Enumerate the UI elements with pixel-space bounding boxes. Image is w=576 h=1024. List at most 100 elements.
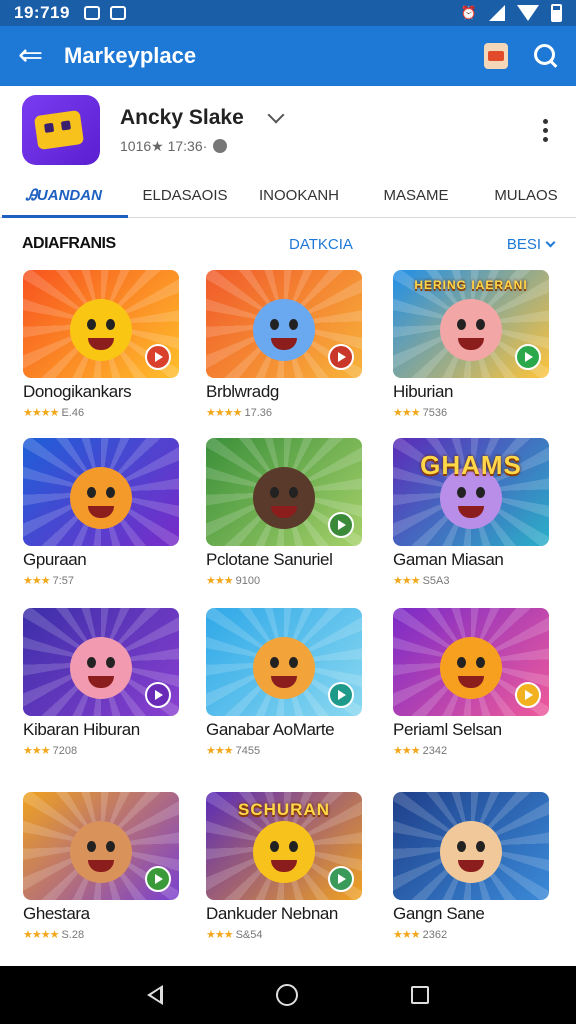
signal-icon [489, 5, 505, 21]
game-card[interactable]: Gpuraan ★★★ 7:57 [23, 438, 179, 587]
star-icons: ★★★★ [206, 407, 242, 419]
game-thumbnail[interactable]: GHAMS [393, 438, 549, 546]
game-banner-text: SCHURAN [238, 800, 330, 819]
game-rating-value: 7208 [52, 744, 78, 757]
game-thumbnail[interactable] [23, 792, 179, 900]
chevron-down-icon[interactable] [267, 106, 285, 123]
tab-1[interactable]: ELDASAOIS [128, 174, 242, 217]
game-title: Brblwradg [206, 382, 279, 401]
star-icons: ★★★ [23, 745, 51, 757]
game-rating: ★★★ 7:57 [23, 574, 179, 588]
tab-bar: ᎯUANDAN ELDASAOIS INOOKANH MASAME MULAOS [0, 174, 576, 218]
tab-0[interactable]: ᎯUANDAN [0, 174, 128, 218]
nav-recents-icon[interactable] [411, 986, 430, 1004]
chevron-down-icon [545, 237, 556, 247]
app-bar-title: Markeyplace [64, 43, 197, 68]
game-rating-value: 2342 [422, 744, 448, 757]
play-icon[interactable] [145, 344, 171, 370]
game-banner-text: GHAMS [420, 450, 522, 480]
game-title: Gaman Miasan [393, 550, 504, 569]
play-icon[interactable] [515, 682, 541, 708]
game-title: Donogikankars [23, 382, 132, 401]
play-icon[interactable] [328, 866, 354, 892]
app-logo[interactable] [22, 95, 100, 165]
game-card[interactable]: HERING IAERANI Hiburian ★★★ 7536 [393, 270, 549, 419]
game-card[interactable]: Periaml Selsan ★★★ 2342 [393, 608, 549, 757]
game-thumbnail[interactable] [206, 608, 362, 716]
alarm-icon: ⏰ [460, 5, 477, 20]
sort-button[interactable]: BESI [506, 235, 556, 253]
status-time: 19:719 [14, 3, 70, 22]
play-icon[interactable] [328, 344, 354, 370]
game-rating: ★★★★ 17.36 [206, 406, 362, 420]
sort-label: BESI [506, 235, 541, 253]
play-icon[interactable] [328, 682, 354, 708]
tab-4[interactable]: MULAOS [476, 174, 576, 217]
section-header: ADIAFRANIS DATKCIA BESI [0, 228, 576, 260]
game-card[interactable]: Gangn Sane ★★★ 2362 [393, 792, 549, 941]
play-icon[interactable] [145, 866, 171, 892]
game-rating-value: 2362 [422, 928, 448, 941]
game-card[interactable]: Pclotane Sanuriel ★★★ 9100 [206, 438, 362, 587]
play-icon[interactable] [515, 344, 541, 370]
game-card[interactable]: Ganabar AoMarte ★★★ 7455 [206, 608, 362, 757]
star-icons: ★★★ [393, 407, 421, 419]
more-menu-icon[interactable] [537, 113, 554, 148]
back-arrow-icon[interactable]: ⇐ [18, 41, 58, 71]
game-thumbnail[interactable]: HERING IAERANI [393, 270, 549, 378]
star-icons: ★★★ [393, 575, 421, 587]
game-card[interactable]: Donogikankars ★★★★ E.46 [23, 270, 179, 419]
game-title: Gangn Sane [393, 904, 485, 923]
app-name: Ancky Slake [120, 105, 244, 129]
app-header: Ancky Slake 1016★ 17:36· [0, 86, 576, 174]
star-icons: ★★★ [206, 929, 234, 941]
game-title: Gpuraan [23, 550, 87, 569]
game-rating: ★★★ 9100 [206, 574, 362, 588]
game-thumbnail[interactable] [206, 438, 362, 546]
screen: 19:719 ⏰ ⇐ Markeyplace Ancky Slake 1016★… [0, 0, 576, 1024]
game-title: Pclotane Sanuriel [206, 550, 333, 569]
clock-icon [213, 139, 228, 153]
status-bar: 19:719 ⏰ [0, 0, 576, 26]
tab-3[interactable]: MASAME [356, 174, 476, 217]
game-title: Periaml Selsan [393, 720, 502, 739]
game-thumbnail[interactable] [23, 608, 179, 716]
star-icons: ★★★ [23, 575, 51, 587]
shopping-bag-icon[interactable] [484, 43, 508, 69]
star-icons: ★★★ [393, 745, 421, 757]
game-thumbnail[interactable]: SCHURAN [206, 792, 362, 900]
game-card[interactable]: SCHURAN Dankuder Nebnan ★★★ S&54 [206, 792, 362, 941]
game-rating-value: 7536 [422, 406, 448, 419]
star-icons: ★★★ [393, 929, 421, 941]
navigation-bar [0, 966, 576, 1024]
game-thumbnail[interactable] [393, 792, 549, 900]
game-title: Hiburian [393, 382, 454, 401]
search-icon[interactable] [534, 44, 558, 68]
game-card[interactable]: Brblwradg ★★★★ 17.36 [206, 270, 362, 419]
game-banner-text: HERING IAERANI [414, 278, 528, 292]
play-icon[interactable] [328, 512, 354, 538]
game-rating: ★★★★ E.46 [23, 406, 179, 420]
game-thumbnail[interactable] [393, 608, 549, 716]
game-card[interactable]: Kibaran Hiburan ★★★ 7208 [23, 608, 179, 757]
game-rating: ★★★ S&54 [206, 928, 362, 942]
game-rating-value: 7:57 [52, 574, 75, 587]
game-thumbnail[interactable] [23, 438, 179, 546]
section-link[interactable]: DATKCIA [289, 236, 353, 253]
section-title: ADIAFRANIS [22, 235, 116, 252]
nav-home-icon[interactable] [275, 984, 298, 1006]
game-rating-value: 9100 [235, 574, 261, 587]
nav-back-icon[interactable] [146, 985, 163, 1005]
game-rating: ★★★ 7208 [23, 744, 179, 758]
game-card[interactable]: Ghestara ★★★★ S.28 [23, 792, 179, 941]
game-rating: ★★★ 2362 [393, 928, 549, 942]
play-icon[interactable] [145, 682, 171, 708]
game-title: Ganabar AoMarte [206, 720, 335, 739]
game-rating: ★★★ 2342 [393, 744, 549, 758]
tab-2[interactable]: INOOKANH [242, 174, 356, 217]
game-thumbnail[interactable] [206, 270, 362, 378]
game-card[interactable]: GHAMS Gaman Miasan ★★★ S5A3 [393, 438, 549, 587]
game-thumbnail[interactable] [23, 270, 179, 378]
app-bar: ⇐ Markeyplace [0, 26, 576, 86]
game-rating-value: S5A3 [422, 574, 450, 587]
